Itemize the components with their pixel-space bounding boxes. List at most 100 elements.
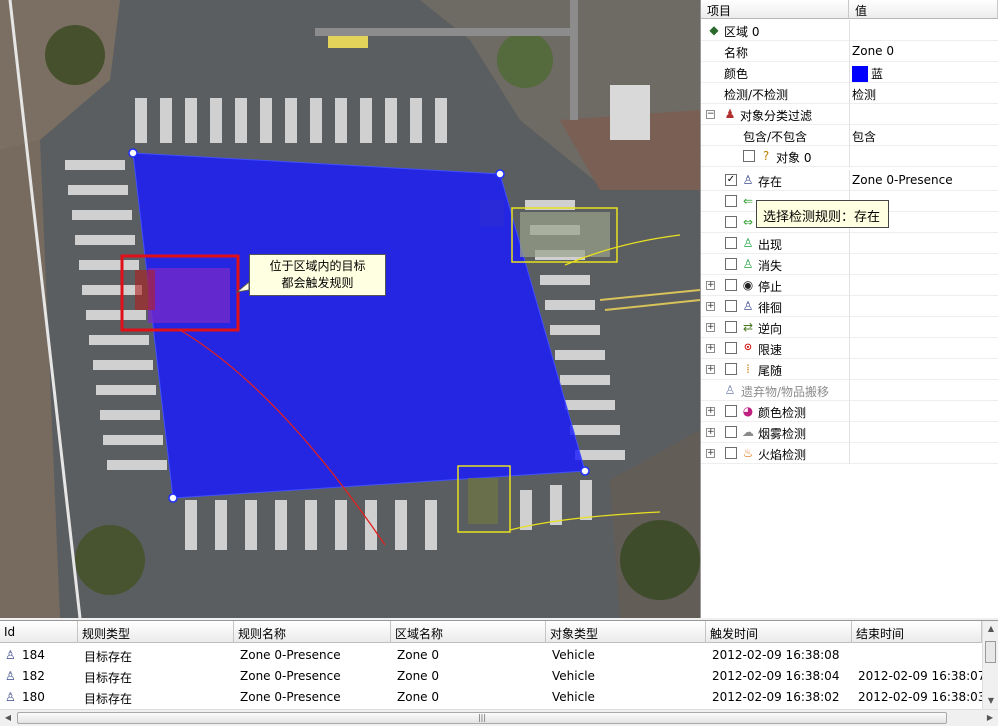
- table-row[interactable]: ♙ 180 目标存在 Zone 0-Presence Zone 0 Vehicl…: [0, 687, 985, 708]
- event-table: Id 规则类型 规则名称 区域名称 对象类型 触发时间 结束时间 ♙ 184 目…: [0, 620, 998, 726]
- expand-icon[interactable]: +: [706, 365, 715, 374]
- tree-label: 尾随: [758, 364, 783, 378]
- color-value[interactable]: 蓝: [852, 65, 883, 82]
- tree-label: 限速: [758, 343, 783, 357]
- tree-label: 区域 0: [724, 25, 760, 39]
- table-row[interactable]: ♙ 182 目标存在 Zone 0-Presence Zone 0 Vehicl…: [0, 666, 985, 687]
- disappear-checkbox[interactable]: [725, 258, 737, 270]
- tree-label: 停止: [758, 280, 783, 294]
- tree-label: 对象 0: [776, 151, 812, 165]
- tree-row-detect[interactable]: 检测/不检测 检测: [701, 83, 998, 104]
- col-trigger-time[interactable]: 触发时间: [706, 621, 852, 643]
- person-icon: ♙: [5, 690, 16, 704]
- expand-icon[interactable]: +: [706, 281, 715, 290]
- disappear-icon: ♙: [742, 257, 754, 271]
- tree-row-loiter[interactable]: + ♙ 徘徊: [701, 296, 998, 317]
- name-value[interactable]: Zone 0: [852, 44, 894, 58]
- cell-trigger-time: 2012-02-09 16:38:04: [712, 669, 840, 683]
- loiter-checkbox[interactable]: [725, 300, 737, 312]
- smoke-checkbox[interactable]: [725, 426, 737, 438]
- tree-label: 火焰检测: [758, 448, 807, 462]
- tree-row-stop[interactable]: + ◉ 停止: [701, 275, 998, 296]
- scroll-left-icon[interactable]: ◀: [0, 710, 16, 726]
- presence-value[interactable]: Zone 0-Presence: [852, 173, 953, 187]
- col-id[interactable]: Id: [0, 621, 78, 643]
- rule-tooltip: 选择检测规则：存在: [756, 200, 889, 228]
- expand-icon[interactable]: +: [706, 302, 715, 311]
- speed-checkbox[interactable]: [725, 342, 737, 354]
- cell-object-type: Vehicle: [552, 690, 595, 704]
- tree-row-abandoned[interactable]: ♙ 遗弃物/物品搬移: [701, 380, 998, 401]
- tree-label: 遗弃物/物品搬移: [741, 385, 830, 399]
- flame-checkbox[interactable]: [725, 447, 737, 459]
- tree-row-color[interactable]: 颜色 蓝: [701, 62, 998, 83]
- scroll-thumb[interactable]: |||: [17, 712, 947, 724]
- appear-checkbox[interactable]: [725, 237, 737, 249]
- zone-callout: 位于区域内的目标 都会触发规则: [249, 254, 386, 296]
- expand-icon[interactable]: +: [706, 449, 715, 458]
- cell-zone-name: Zone 0: [397, 648, 439, 662]
- tree-label: 烟雾检测: [758, 427, 807, 441]
- tree-label: 存在: [758, 175, 783, 189]
- tree-row-smoke[interactable]: + ☁ 烟雾检测: [701, 422, 998, 443]
- tree-row-appear[interactable]: ♙ 出现: [701, 233, 998, 254]
- tree-row-speed[interactable]: + ⊙ 限速: [701, 338, 998, 359]
- tree-row-object[interactable]: ? 对象 0: [701, 146, 998, 167]
- tree-row-class-filter[interactable]: − ♟ 对象分类过滤: [701, 104, 998, 125]
- cell-id: 180: [22, 690, 45, 704]
- tree-label: 包含/不包含: [743, 130, 808, 144]
- cell-rule-name: Zone 0-Presence: [240, 690, 341, 704]
- table-row[interactable]: ♙ 184 目标存在 Zone 0-Presence Zone 0 Vehicl…: [0, 645, 982, 666]
- col-zone-name[interactable]: 区域名称: [391, 621, 546, 643]
- cell-zone-name: Zone 0: [397, 690, 439, 704]
- horizontal-scrollbar[interactable]: ◀ ||| ▶: [0, 709, 998, 726]
- tree-row-flame[interactable]: + ♨ 火焰检测: [701, 443, 998, 464]
- tree-label: 消失: [758, 259, 783, 273]
- expand-icon[interactable]: +: [706, 407, 715, 416]
- scroll-up-icon[interactable]: ▲: [983, 621, 998, 637]
- person-icon: ♙: [5, 648, 16, 662]
- enter-checkbox[interactable]: [725, 195, 737, 207]
- tree-row-disappear[interactable]: ♙ 消失: [701, 254, 998, 275]
- expand-icon[interactable]: +: [706, 428, 715, 437]
- scroll-down-icon[interactable]: ▼: [983, 693, 998, 709]
- video-feed[interactable]: 位于区域内的目标 都会触发规则: [0, 0, 700, 618]
- smoke-icon: ☁: [742, 425, 754, 439]
- tree-row-tailgate[interactable]: + ⁞ 尾随: [701, 359, 998, 380]
- tree-label: 徘徊: [758, 301, 783, 315]
- tree-row-reverse[interactable]: + ⇄ 逆向: [701, 317, 998, 338]
- tree-row-color-detect[interactable]: + ◕ 颜色检测: [701, 401, 998, 422]
- header-item[interactable]: 项目: [701, 0, 849, 18]
- tree-label: 出现: [758, 238, 783, 252]
- reverse-icon: ⇄: [742, 320, 754, 334]
- scroll-right-icon[interactable]: ▶: [982, 710, 998, 726]
- col-object-type[interactable]: 对象类型: [546, 621, 706, 643]
- property-panel: 项目 值 ◆ 区域 0 名称 Zone 0 颜色 蓝 检测/不检测 检测 − ♟…: [700, 0, 998, 618]
- col-end-time[interactable]: 结束时间: [852, 621, 982, 643]
- collapse-icon[interactable]: −: [706, 110, 715, 119]
- tree-row-name[interactable]: 名称 Zone 0: [701, 41, 998, 62]
- expand-icon[interactable]: +: [706, 323, 715, 332]
- tree-label: 检测/不检测: [724, 88, 789, 102]
- exit-checkbox[interactable]: [725, 216, 737, 228]
- tree-row-presence[interactable]: ✓ ♙ 存在 Zone 0-Presence: [701, 170, 998, 191]
- reverse-checkbox[interactable]: [725, 321, 737, 333]
- vertical-scrollbar[interactable]: ▲ ▼: [982, 621, 998, 709]
- zone-callout-line2: 都会触发规则: [281, 276, 354, 290]
- header-value[interactable]: 值: [849, 0, 998, 18]
- presence-checkbox[interactable]: ✓: [725, 174, 737, 186]
- tree-row-include[interactable]: 包含/不包含 包含: [701, 125, 998, 146]
- expand-icon[interactable]: +: [706, 344, 715, 353]
- tailgate-checkbox[interactable]: [725, 363, 737, 375]
- col-rule-name[interactable]: 规则名称: [234, 621, 391, 643]
- color-detect-checkbox[interactable]: [725, 405, 737, 417]
- tree-row-zone[interactable]: ◆ 区域 0: [701, 20, 998, 41]
- scroll-thumb[interactable]: [985, 641, 996, 663]
- stop-checkbox[interactable]: [725, 279, 737, 291]
- col-rule-type[interactable]: 规则类型: [78, 621, 234, 643]
- detect-value[interactable]: 检测: [852, 86, 876, 103]
- cell-rule-name: Zone 0-Presence: [240, 648, 341, 662]
- cell-trigger-time: 2012-02-09 16:38:02: [712, 690, 840, 704]
- include-value[interactable]: 包含: [852, 128, 876, 145]
- object-checkbox[interactable]: [743, 150, 755, 162]
